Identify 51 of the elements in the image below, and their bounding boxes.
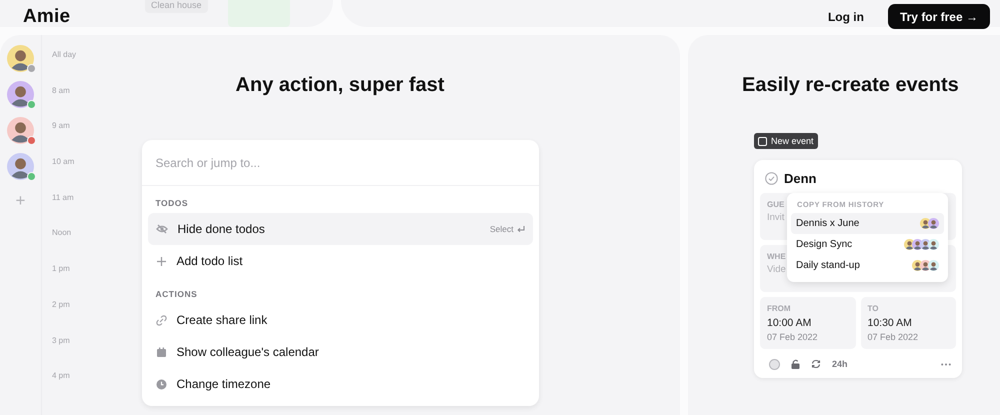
time-label: 1 pm	[51, 264, 71, 276]
avatar	[7, 81, 34, 108]
link-icon	[156, 314, 166, 326]
time-label: 10 am	[51, 157, 76, 168]
history-item[interactable]: Design Sync	[791, 234, 944, 254]
event-title[interactable]: Denn	[784, 171, 816, 186]
try-free-button[interactable]: Try for free →	[888, 4, 990, 29]
calendar-icon	[156, 346, 166, 358]
login-link[interactable]: Log in	[828, 10, 864, 24]
command-item[interactable]: Show colleague's calendar	[148, 336, 532, 368]
avatar	[7, 153, 34, 180]
eye-slash-icon	[156, 223, 168, 235]
time-label: 11 am	[51, 192, 75, 204]
avatar	[7, 45, 34, 72]
time-label: 9 am	[51, 121, 71, 132]
plus-icon	[156, 256, 166, 266]
avatar	[928, 218, 939, 228]
check-circle-icon[interactable]	[765, 172, 778, 185]
avatar	[928, 238, 939, 250]
time-label: 2 pm	[51, 300, 71, 311]
more-icon[interactable]	[941, 362, 951, 366]
command-item[interactable]: Change timezone	[148, 368, 532, 400]
time-format-toggle[interactable]: 24h	[832, 359, 848, 369]
history-item[interactable]: Daily stand-up	[791, 254, 944, 276]
logo[interactable]: Amie	[23, 6, 70, 28]
circle-icon[interactable]	[769, 358, 780, 370]
section-heading: TODOS	[154, 197, 190, 210]
time-label: Noon	[51, 228, 72, 240]
return-icon	[516, 225, 524, 233]
clock-icon	[156, 378, 166, 390]
shortcut-hint: Select	[490, 224, 514, 234]
end-time-field[interactable]: TO 10:30 AM 07 Feb 2022	[860, 296, 956, 348]
start-time-field[interactable]: FROM 10:00 AM 07 Feb 2022	[760, 296, 856, 348]
lock-icon[interactable]	[791, 359, 800, 369]
repeat-icon[interactable]	[811, 359, 821, 369]
calendar-event-label: Clean house	[145, 0, 208, 13]
section-title: Any action, super fast	[236, 74, 444, 97]
avatar	[7, 117, 34, 144]
section-title: Easily re-create events	[742, 74, 960, 97]
command-item[interactable]: Hide done todos Select	[148, 213, 532, 245]
time-label: 4 pm	[51, 371, 71, 382]
time-label: All day	[51, 50, 78, 61]
time-label: 8 am	[51, 86, 71, 97]
history-item[interactable]: Dennis x June	[791, 212, 944, 234]
avatar	[928, 260, 939, 270]
section-heading: ACTIONS	[154, 288, 198, 301]
time-label: 3 pm	[51, 336, 71, 347]
search-field[interactable]: Search or jump to...	[142, 140, 538, 186]
command-item[interactable]: Create share link	[148, 304, 532, 336]
command-item[interactable]: Add todo list	[148, 245, 532, 277]
new-event-tag: New event	[754, 133, 818, 149]
